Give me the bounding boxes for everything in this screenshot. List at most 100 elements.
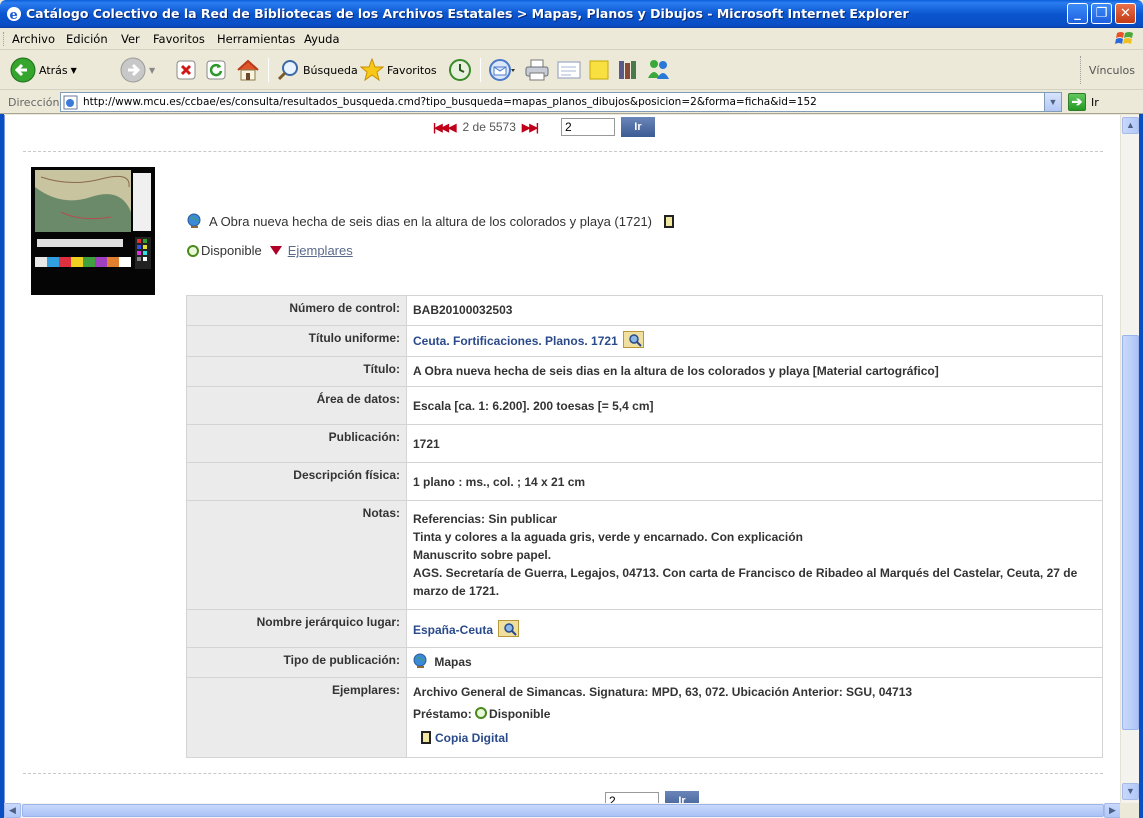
address-label: Dirección (8, 96, 60, 109)
mail-icon (489, 59, 515, 81)
row-value: BAB20100032503 (406, 295, 1103, 326)
map-type-icon (187, 213, 201, 228)
note-line: Manuscrito sobre papel. (413, 548, 552, 562)
back-arrow-icon (10, 57, 36, 83)
copies-link[interactable]: Ejemplares (288, 243, 353, 258)
map-type-icon (413, 653, 427, 668)
messenger-button[interactable] (646, 54, 672, 86)
edit-button[interactable] (556, 54, 582, 86)
mail-button[interactable] (488, 54, 516, 86)
window-frame-right (1139, 28, 1143, 818)
refresh-icon (206, 60, 226, 80)
vertical-scroll-thumb[interactable] (1122, 335, 1139, 730)
favorites-button[interactable]: Favoritos (360, 54, 437, 86)
table-row: Título: A Obra nueva hecha de seis dias … (186, 356, 1103, 387)
back-dropdown-icon[interactable]: ▼ (71, 66, 77, 75)
book-icon[interactable] (664, 214, 674, 228)
horizontal-scroll-thumb[interactable] (22, 804, 1104, 817)
home-icon (237, 59, 259, 81)
book-icon (421, 731, 431, 744)
history-button[interactable] (448, 54, 472, 86)
toolbar-grip (3, 32, 6, 46)
maximize-button[interactable]: ❐ (1091, 3, 1112, 24)
row-label: Descripción física: (186, 462, 407, 501)
forward-dropdown-icon[interactable]: ▼ (149, 66, 155, 75)
scroll-up-icon[interactable]: ▲ (1122, 117, 1139, 134)
pager-bottom: Ir (605, 791, 699, 803)
research-button[interactable] (616, 54, 640, 86)
row-value-cell: Ceuta. Fortificaciones. Planos. 1721 (406, 325, 1103, 357)
next-last-page-icon[interactable]: ▶ ▶| (522, 121, 539, 134)
scroll-down-icon[interactable]: ▼ (1122, 783, 1139, 800)
search-icon (277, 60, 298, 81)
row-label: Título uniforme: (186, 325, 407, 357)
divider (23, 151, 1103, 152)
forward-button[interactable]: ▼ (120, 54, 155, 86)
menu-ver[interactable]: Ver (121, 32, 140, 46)
digital-copy-link[interactable]: Copia Digital (435, 731, 508, 745)
minimize-button[interactable]: _ (1067, 3, 1088, 24)
refresh-button[interactable] (206, 54, 226, 86)
row-label: Publicación: (186, 424, 407, 463)
table-row: Ejemplares: Archivo General de Simancas.… (186, 677, 1103, 758)
home-button[interactable] (236, 54, 260, 86)
map-thumbnail[interactable] (31, 167, 155, 295)
table-row: Tipo de publicación: Mapas (186, 647, 1103, 678)
publication-type: Mapas (434, 655, 472, 669)
table-row: Título uniforme: Ceuta. Fortificaciones.… (186, 325, 1103, 357)
loan-label: Préstamo: (413, 707, 472, 721)
menu-archivo[interactable]: Archivo (12, 32, 55, 46)
availability-line: Disponible Ejemplares (187, 243, 353, 258)
address-input[interactable]: http://www.mcu.es/ccbae/es/consulta/resu… (60, 92, 1062, 112)
note-line: Referencias: Sin publicar (413, 512, 558, 526)
view-image-icon[interactable] (498, 620, 520, 637)
row-value: 1721 (406, 424, 1103, 463)
menu-favoritos[interactable]: Favoritos (153, 32, 205, 46)
address-dropdown-icon[interactable]: ▼ (1044, 93, 1061, 111)
ie-icon: e (7, 7, 21, 22)
print-icon (525, 59, 549, 81)
horizontal-scrollbar[interactable]: ◀ ▶ (4, 803, 1139, 818)
page-number-input-bottom[interactable] (605, 792, 659, 803)
discuss-button[interactable] (588, 54, 610, 86)
go-button[interactable]: Ir (1091, 96, 1099, 109)
pager-go-button[interactable]: Ir (620, 117, 655, 137)
table-row: Nombre jerárquico lugar: España-Ceuta (186, 609, 1103, 648)
maximize-icon: ❐ (1095, 6, 1108, 21)
page-number-input[interactable] (560, 118, 615, 136)
go-arrow-icon[interactable]: ➔ (1068, 93, 1086, 111)
edit-page-icon (557, 61, 581, 79)
window-title: Catálogo Colectivo de la Red de Bibliote… (26, 6, 909, 21)
search-button[interactable]: Búsqueda (276, 54, 358, 86)
loan-status: Disponible (489, 707, 551, 721)
expand-triangle-icon[interactable] (269, 246, 282, 255)
view-image-icon[interactable] (623, 331, 645, 348)
toolbar-separator (268, 58, 269, 82)
search-label: Búsqueda (303, 63, 358, 77)
close-button[interactable]: ✕ (1115, 3, 1136, 24)
row-label: Ejemplares: (186, 677, 407, 758)
back-button[interactable]: Atrás ▼ (10, 54, 77, 86)
menu-ayuda[interactable]: Ayuda (304, 32, 340, 46)
stop-button[interactable] (176, 54, 196, 86)
row-label: Tipo de publicación: (186, 647, 407, 678)
print-button[interactable] (524, 54, 550, 86)
uniform-title-link[interactable]: Ceuta. Fortificaciones. Planos. 1721 (413, 334, 618, 348)
scroll-left-icon[interactable]: ◀ (4, 803, 21, 818)
menu-herramientas[interactable]: Herramientas (217, 32, 295, 46)
pager-go-button-bottom[interactable]: Ir (665, 791, 699, 803)
links-toolbar[interactable]: Vínculos (1089, 64, 1135, 77)
table-row: Notas: Referencias: Sin publicar Tinta y… (186, 500, 1103, 610)
vertical-scrollbar[interactable]: ▲ ▼ (1120, 115, 1139, 803)
record-title: A Obra nueva hecha de seis dias en la al… (209, 213, 652, 229)
scroll-right-icon[interactable]: ▶ (1104, 803, 1121, 818)
menu-bar: Archivo Edición Ver Favoritos Herramient… (0, 28, 1143, 50)
table-row: Publicación: 1721 (186, 424, 1103, 463)
first-prev-page-icon[interactable]: |◀◀ ◀ (433, 121, 456, 134)
close-icon: ✕ (1120, 6, 1131, 21)
toolbar-separator (1080, 56, 1081, 84)
menu-edicion[interactable]: Edición (66, 32, 108, 46)
note-line: AGS. Secretaría de Guerra, Legajos, 0471… (413, 566, 1078, 598)
note-line: Tinta y colores a la aguada gris, verde … (413, 530, 803, 544)
place-link[interactable]: España-Ceuta (413, 623, 493, 637)
